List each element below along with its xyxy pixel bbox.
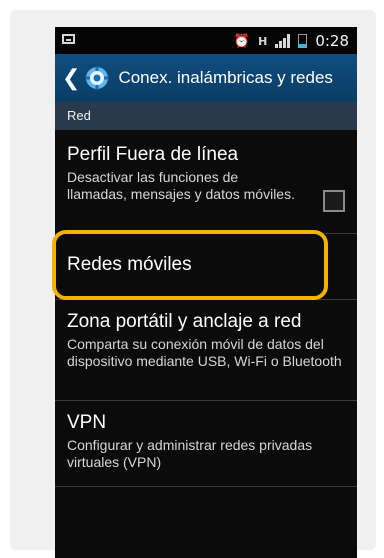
settings-list: Perfil Fuera de línea Desactivar las fun… — [55, 130, 357, 487]
item-label: VPN — [67, 412, 107, 433]
item-label: Redes móviles — [67, 254, 192, 275]
item-summary: Comparta su conexión móvil de datos del … — [67, 336, 342, 369]
status-icons: ⏰ H 0:28 — [234, 31, 349, 51]
back-chevron-icon[interactable]: ❮ — [62, 66, 80, 91]
page-title: Conex. inalámbricas y redes — [118, 68, 333, 87]
network-h-icon: H — [258, 34, 268, 48]
section-header-red: Red — [55, 102, 357, 130]
settings-gear-icon[interactable] — [84, 65, 110, 91]
list-item-perfil-fuera-de-linea[interactable]: Perfil Fuera de línea Desactivar las fun… — [55, 130, 357, 234]
offline-mode-checkbox[interactable] — [323, 190, 345, 212]
status-bar: ⏰ H 0:28 — [55, 27, 357, 54]
screenshot-icon — [62, 34, 75, 44]
item-label: Perfil Fuera de línea — [67, 144, 239, 165]
list-item-vpn[interactable]: VPN Configurar y administrar redes priva… — [55, 401, 357, 487]
battery-icon — [298, 34, 308, 48]
item-label: Zona portátil y anclaje a red — [67, 311, 302, 332]
signal-icon — [275, 34, 291, 48]
clock: 0:28 — [315, 32, 349, 50]
item-summary: Desactivar las funciones de llamadas, me… — [67, 169, 295, 202]
list-item-zona-portatil[interactable]: Zona portátil y anclaje a red Comparta s… — [55, 300, 357, 401]
action-bar: ❮ Conex. inalámbricas y redes — [55, 54, 357, 102]
phone-screen: ⏰ H 0:28 ❮ Conex. inalámbricas y redes R… — [55, 27, 357, 558]
item-summary: Configurar y administrar redes privadas … — [67, 437, 313, 470]
alarm-icon: ⏰ — [233, 33, 251, 49]
list-item-redes-moviles[interactable]: Redes móviles — [55, 234, 357, 300]
